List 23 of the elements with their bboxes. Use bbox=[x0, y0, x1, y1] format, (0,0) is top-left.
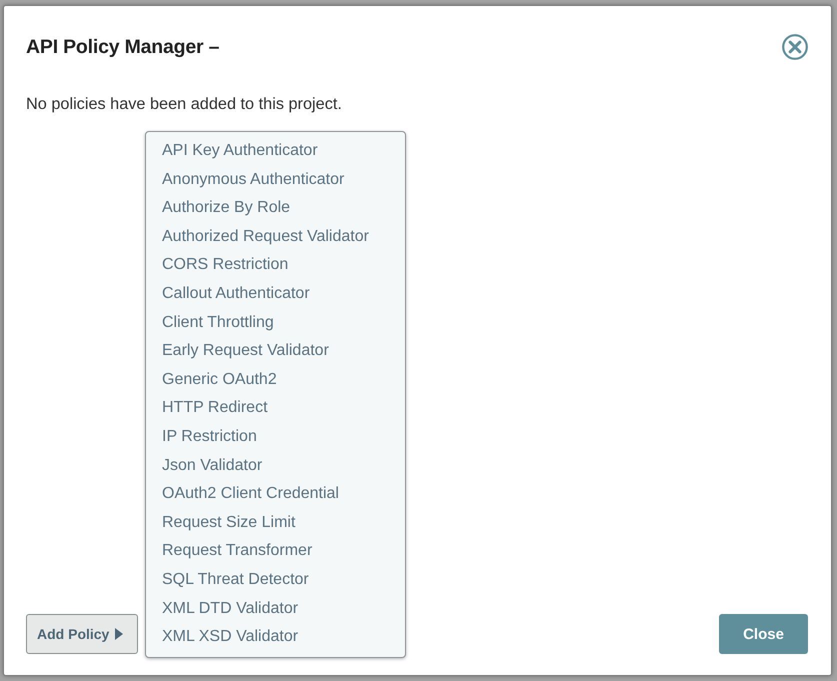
menu-item[interactable]: SQL Threat Detector bbox=[146, 566, 405, 594]
add-policy-button[interactable]: Add Policy bbox=[26, 614, 138, 654]
menu-item[interactable]: API Key Authenticator bbox=[146, 137, 405, 166]
menu-item[interactable]: CORS Restriction bbox=[146, 251, 405, 280]
close-icon[interactable] bbox=[782, 34, 808, 60]
menu-item[interactable]: Request Size Limit bbox=[146, 508, 405, 538]
dialog-title: API Policy Manager – bbox=[26, 36, 220, 58]
menu-item[interactable]: Authorize By Role bbox=[146, 194, 405, 223]
empty-message: No policies have been added to this project. bbox=[26, 95, 342, 113]
menu-item[interactable]: Anonymous Authenticator bbox=[146, 166, 405, 194]
menu-item[interactable]: XML XSD Validator bbox=[146, 623, 405, 652]
menu-item[interactable]: OAuth2 Client Credential bbox=[146, 480, 405, 509]
menu-item[interactable]: XML DTD Validator bbox=[146, 594, 405, 624]
menu-item[interactable]: Generic OAuth2 bbox=[146, 366, 405, 394]
menu-item[interactable]: Callout Authenticator bbox=[146, 280, 405, 309]
menu-item[interactable]: Request Transformer bbox=[146, 537, 405, 566]
close-button[interactable]: Close bbox=[719, 614, 808, 654]
menu-item[interactable]: Authorized Request Validator bbox=[146, 222, 405, 252]
menu-item[interactable]: Early Request Validator bbox=[146, 337, 405, 366]
menu-item[interactable]: Client Throttling bbox=[146, 308, 405, 338]
menu-item[interactable]: HTTP Redirect bbox=[146, 394, 405, 423]
menu-item[interactable]: Json Validator bbox=[146, 452, 405, 480]
menu-item[interactable]: IP Restriction bbox=[146, 422, 405, 452]
